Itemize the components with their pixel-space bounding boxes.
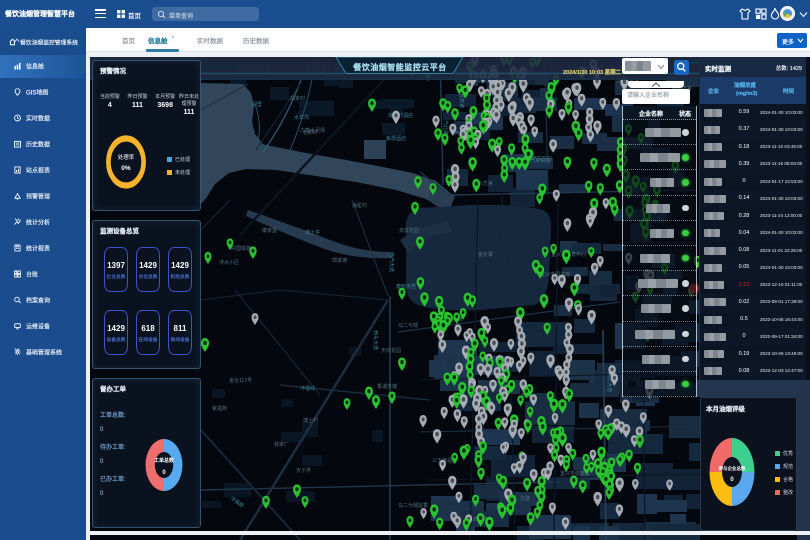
- svg-text:水泉沟: 水泉沟: [294, 114, 309, 121]
- svg-text:海鲜村酒店: 海鲜村酒店: [388, 112, 413, 119]
- svg-text:郭家滩: 郭家滩: [332, 257, 347, 264]
- svg-text:交建: 交建: [520, 495, 530, 502]
- svg-text:康家堡: 康家堡: [262, 227, 277, 234]
- svg-text:沣水小区: 沣水小区: [219, 259, 239, 266]
- svg-text:春晓天居: 春晓天居: [396, 283, 416, 290]
- svg-text:西汽大道: 西汽大道: [388, 252, 395, 272]
- svg-text:马二为邹监香: 马二为邹监香: [398, 502, 428, 509]
- svg-text:博士村: 博士村: [303, 417, 318, 424]
- svg-text:处理率: 处理率: [118, 153, 135, 161]
- svg-text:毛家村: 毛家村: [302, 129, 317, 136]
- svg-text:鱼化寨: 鱼化寨: [478, 251, 493, 258]
- svg-text:六艺宫: 六艺宫: [478, 180, 493, 187]
- svg-text:紫福苑: 紫福苑: [212, 405, 227, 412]
- svg-text:工单总数: 工单总数: [154, 457, 175, 464]
- svg-text:林家厂: 林家厂: [274, 441, 289, 448]
- svg-text:天成花园: 天成花园: [399, 227, 419, 234]
- svg-text:闻里: 闻里: [252, 101, 262, 108]
- svg-text:中国铁建: 中国铁建: [231, 245, 251, 252]
- svg-text:博士亭: 博士亭: [305, 229, 320, 236]
- svg-text:天线花园: 天线花园: [381, 347, 401, 354]
- svg-text:紫郡酒店: 紫郡酒店: [386, 135, 406, 142]
- svg-text:海星村: 海星村: [352, 202, 367, 209]
- svg-text:胡家村: 胡家村: [290, 95, 305, 102]
- svg-text:0: 0: [162, 470, 166, 476]
- svg-text:西头大道: 西头大道: [372, 330, 379, 350]
- svg-text:0%: 0%: [121, 165, 131, 172]
- svg-text:天子界: 天子界: [296, 467, 311, 474]
- svg-text:马二与邹: 马二与邹: [398, 322, 418, 329]
- svg-text:香湖天瑞: 香湖天瑞: [377, 383, 397, 390]
- svg-text:汽北路: 汽北路: [442, 120, 449, 135]
- svg-text:金台112号: 金台112号: [229, 377, 252, 384]
- svg-text:沣福线: 沣福线: [300, 385, 315, 392]
- svg-text:参与企业总数: 参与企业总数: [719, 465, 746, 472]
